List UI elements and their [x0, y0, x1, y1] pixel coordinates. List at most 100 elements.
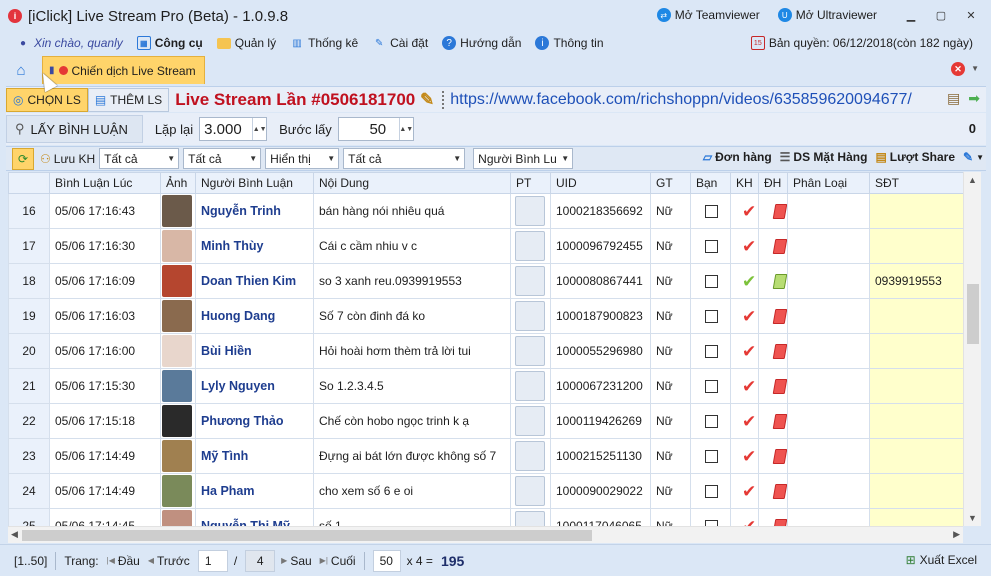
column-header[interactable]: PT: [510, 172, 551, 194]
phone-cell[interactable]: [869, 193, 963, 229]
customer-cell[interactable]: ✔: [730, 298, 759, 334]
per-page-input[interactable]: 50: [372, 549, 401, 572]
category-cell[interactable]: [787, 228, 870, 264]
pt-cell[interactable]: [510, 193, 551, 229]
avatar-cell[interactable]: [160, 438, 196, 474]
livestream-url[interactable]: https://www.facebook.com/richshoppn/vide…: [442, 90, 912, 109]
pt-button[interactable]: [515, 301, 545, 331]
order-doc-icon[interactable]: [772, 203, 787, 219]
get-comments-button[interactable]: ⚲ LẤY BÌNH LUẬN: [6, 115, 143, 143]
table-row[interactable]: 19 05/06 17:16:03 Huong Dang Số 7 còn đinh …: [8, 298, 963, 334]
category-cell[interactable]: [787, 193, 870, 229]
refresh-icon[interactable]: ⟳: [12, 147, 34, 170]
table-row[interactable]: 16 05/06 17:16:43 Nguyễn Trinh bán hàng nói…: [8, 193, 963, 229]
customer-cell[interactable]: ✔: [730, 193, 759, 229]
avatar-cell[interactable]: [160, 298, 196, 334]
column-header[interactable]: Bình Luận Lúc: [49, 172, 161, 194]
friend-cell[interactable]: [690, 228, 731, 264]
phone-cell[interactable]: 0939919553: [869, 263, 963, 299]
menu-manage[interactable]: Quản lý: [216, 36, 276, 50]
column-header[interactable]: UID: [550, 172, 651, 194]
order-cell[interactable]: [758, 333, 788, 369]
order-doc-icon[interactable]: [772, 413, 787, 429]
friend-checkbox[interactable]: [705, 484, 718, 498]
check-icon[interactable]: ✔: [742, 482, 756, 501]
category-cell[interactable]: [787, 403, 870, 439]
pt-cell[interactable]: [510, 333, 551, 369]
tab-campaign[interactable]: ▮ Chiến dịch Live Stream: [42, 56, 205, 84]
category-cell[interactable]: [787, 263, 870, 299]
avatar-cell[interactable]: [160, 403, 196, 439]
order-cell[interactable]: [758, 508, 788, 526]
commenter-name[interactable]: Huong Dang: [195, 298, 314, 334]
friend-checkbox[interactable]: [705, 309, 718, 323]
export-excel-button[interactable]: ⊞ Xuất Excel: [906, 553, 977, 567]
scroll-up-icon[interactable]: ▲: [968, 175, 977, 185]
check-icon[interactable]: ✔: [742, 447, 756, 466]
customer-cell[interactable]: ✔: [730, 228, 759, 264]
order-doc-icon[interactable]: [772, 483, 787, 499]
phone-cell[interactable]: [869, 298, 963, 334]
horizontal-scrollbar[interactable]: ◀ ▶: [8, 526, 963, 543]
check-icon[interactable]: ✔: [742, 412, 756, 431]
category-cell[interactable]: [787, 298, 870, 334]
spinner-arrows-icon[interactable]: ▲▼: [252, 118, 267, 140]
avatar-cell[interactable]: [160, 473, 196, 509]
pt-cell[interactable]: [510, 263, 551, 299]
scroll-left-icon[interactable]: ◀: [11, 529, 18, 540]
table-row[interactable]: 24 05/06 17:14:49 Ha Pham cho xem số 6 e oi…: [8, 473, 963, 509]
order-doc-icon[interactable]: [772, 308, 787, 324]
save-customer-button[interactable]: ⚇ Lưu KH: [40, 152, 95, 166]
customer-cell[interactable]: ✔: [730, 263, 759, 299]
order-cell[interactable]: [758, 193, 788, 229]
add-ls-button[interactable]: ▤ THÊM LS: [87, 87, 170, 112]
phone-cell[interactable]: [869, 333, 963, 369]
order-doc-icon[interactable]: [772, 273, 787, 289]
friend-cell[interactable]: [690, 368, 731, 404]
check-icon[interactable]: ✔: [742, 272, 756, 291]
next-page-button[interactable]: ▶ Sau: [281, 554, 312, 568]
first-page-button[interactable]: |◀ Đầu: [107, 554, 140, 568]
pt-cell[interactable]: [510, 508, 551, 526]
minimize-button[interactable]: ▁: [901, 6, 921, 24]
filter-select-2[interactable]: Tất cả ▼: [183, 148, 262, 169]
avatar-cell[interactable]: [160, 368, 196, 404]
pt-cell[interactable]: [510, 368, 551, 404]
column-header[interactable]: Ảnh: [160, 172, 196, 194]
order-doc-icon[interactable]: [772, 343, 787, 359]
paste-icon[interactable]: ▤: [947, 90, 960, 107]
spinner-arrows-icon[interactable]: ▲▼: [398, 118, 413, 140]
order-doc-icon[interactable]: [772, 378, 787, 394]
pt-cell[interactable]: [510, 228, 551, 264]
friend-checkbox[interactable]: [705, 239, 718, 253]
friend-cell[interactable]: [690, 263, 731, 299]
customer-cell[interactable]: ✔: [730, 473, 759, 509]
step-spinner[interactable]: 50 ▲▼: [337, 117, 414, 141]
pt-button[interactable]: [515, 406, 545, 436]
pt-button[interactable]: [515, 476, 545, 506]
customer-cell[interactable]: ✔: [730, 368, 759, 404]
phone-cell[interactable]: [869, 228, 963, 264]
commenter-name[interactable]: Lyly Nguyen: [195, 368, 314, 404]
filter-select-4[interactable]: Tất cả ▼: [343, 148, 466, 169]
menu-help[interactable]: ? Hướng dẫn: [442, 36, 521, 50]
friend-checkbox[interactable]: [705, 204, 718, 218]
column-header[interactable]: Bạn: [690, 172, 731, 194]
menu-tools[interactable]: ▦ Công cụ: [136, 36, 203, 50]
menu-stats[interactable]: ▥ Thống kê: [290, 36, 358, 50]
commenter-name[interactable]: Doan Thien Kim: [195, 263, 314, 299]
prev-page-button[interactable]: ◀ Trước: [148, 554, 190, 568]
last-page-button[interactable]: ▶| Cuối: [320, 554, 356, 568]
pt-cell[interactable]: [510, 298, 551, 334]
order-cell[interactable]: [758, 438, 788, 474]
customer-cell[interactable]: ✔: [730, 508, 759, 527]
pt-button[interactable]: [515, 196, 545, 226]
scroll-right-icon[interactable]: ▶: [953, 529, 960, 540]
category-cell[interactable]: [787, 368, 870, 404]
go-arrow-icon[interactable]: ➡: [968, 90, 980, 107]
table-row[interactable]: 20 05/06 17:16:00 Bùi Hiền Hỏi hoài hơm thè…: [8, 333, 963, 369]
avatar-cell[interactable]: [160, 193, 196, 229]
check-icon[interactable]: ✔: [742, 517, 756, 527]
pt-cell[interactable]: [510, 403, 551, 439]
customer-cell[interactable]: ✔: [730, 403, 759, 439]
